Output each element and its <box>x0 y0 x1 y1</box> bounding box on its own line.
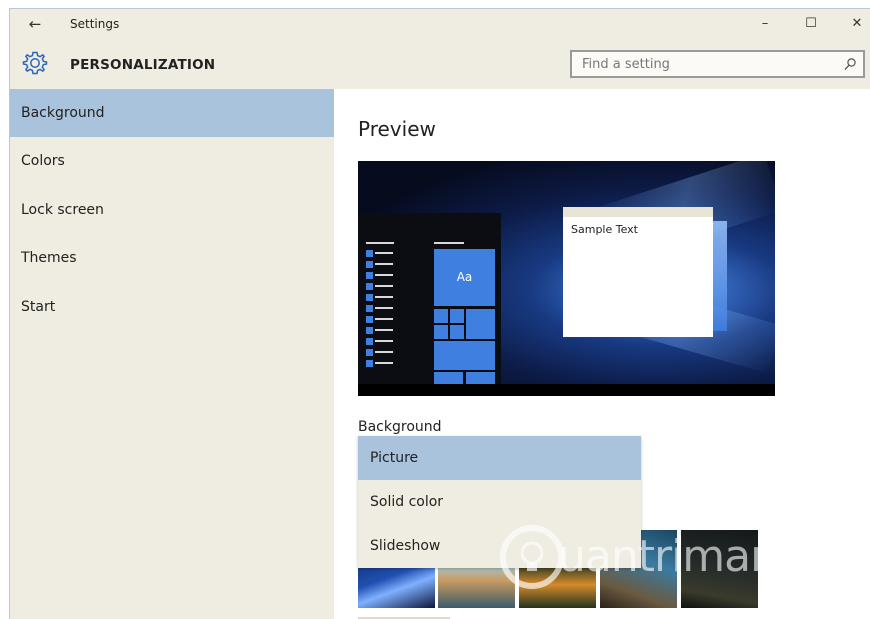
menu-square <box>366 305 373 312</box>
window-title: Settings <box>70 17 120 31</box>
window-pane-glow <box>713 221 727 331</box>
sidebar-item-themes[interactable]: Themes <box>10 234 334 282</box>
close-button[interactable]: ✕ <box>842 13 870 35</box>
background-dropdown[interactable]: Picture Solid color Slideshow <box>358 436 641 568</box>
sidebar-item-start[interactable]: Start <box>10 283 334 331</box>
menu-line <box>375 340 393 342</box>
menu-square <box>366 272 373 279</box>
title-bar: ← Settings – ☐ ✕ <box>10 9 870 39</box>
tile-small <box>450 309 464 323</box>
sample-window-titlebar <box>563 207 713 217</box>
menu-line <box>375 285 393 287</box>
sample-window-preview: Sample Text <box>563 207 713 337</box>
page-header: PERSONALIZATION <box>10 39 870 89</box>
menu-line <box>375 307 393 309</box>
back-button[interactable]: ← <box>22 13 48 35</box>
menu-line <box>375 362 393 364</box>
tile-medium <box>434 372 463 384</box>
menu-line <box>375 351 393 353</box>
minimize-button[interactable]: – <box>750 13 780 35</box>
menu-line <box>375 274 393 276</box>
menu-square <box>366 338 373 345</box>
menu-line <box>375 296 393 298</box>
menu-square <box>366 250 373 257</box>
tile-small <box>434 309 448 323</box>
gear-icon <box>22 51 48 75</box>
taskbar-preview <box>358 384 775 396</box>
menu-line <box>375 318 393 320</box>
tile-small <box>434 325 448 339</box>
background-label: Background <box>358 419 442 435</box>
dropdown-option-solid-color[interactable]: Solid color <box>358 480 641 524</box>
search-box[interactable] <box>570 50 865 78</box>
preview-heading: Preview <box>358 117 436 141</box>
tile-small <box>450 325 464 339</box>
tile-medium <box>466 309 495 339</box>
menu-square <box>366 294 373 301</box>
desktop-preview: Aa Sample Text <box>358 161 775 396</box>
sidebar-item-lock-screen[interactable]: Lock screen <box>10 186 334 234</box>
sidebar: Background Colors Lock screen Themes Sta… <box>10 89 334 619</box>
picture-thumbnail[interactable] <box>681 530 758 608</box>
dropdown-option-picture[interactable]: Picture <box>358 436 641 480</box>
dropdown-option-slideshow[interactable]: Slideshow <box>358 524 641 568</box>
maximize-button[interactable]: ☐ <box>796 13 826 35</box>
menu-line <box>434 242 464 244</box>
menu-square <box>366 261 373 268</box>
menu-square <box>366 283 373 290</box>
sidebar-item-colors[interactable]: Colors <box>10 137 334 185</box>
settings-window: ← Settings – ☐ ✕ PERSONALIZATION Backgro… <box>9 8 870 619</box>
search-input[interactable] <box>572 52 842 76</box>
sample-text: Sample Text <box>571 223 638 236</box>
sidebar-item-background[interactable]: Background <box>10 89 334 137</box>
menu-line <box>375 252 393 254</box>
menu-square <box>366 349 373 356</box>
tile-aa: Aa <box>434 249 495 306</box>
search-icon[interactable] <box>843 57 857 71</box>
menu-square <box>366 316 373 323</box>
main-content: Preview Aa Sample Text Background Pictur… <box>334 89 870 619</box>
tile-wide <box>434 341 495 370</box>
menu-square <box>366 327 373 334</box>
tile-medium <box>466 372 495 384</box>
menu-square <box>366 360 373 367</box>
menu-line <box>375 263 393 265</box>
page-title: PERSONALIZATION <box>70 57 216 73</box>
start-menu-preview: Aa <box>358 213 501 384</box>
menu-line <box>375 329 393 331</box>
menu-line <box>366 242 394 244</box>
